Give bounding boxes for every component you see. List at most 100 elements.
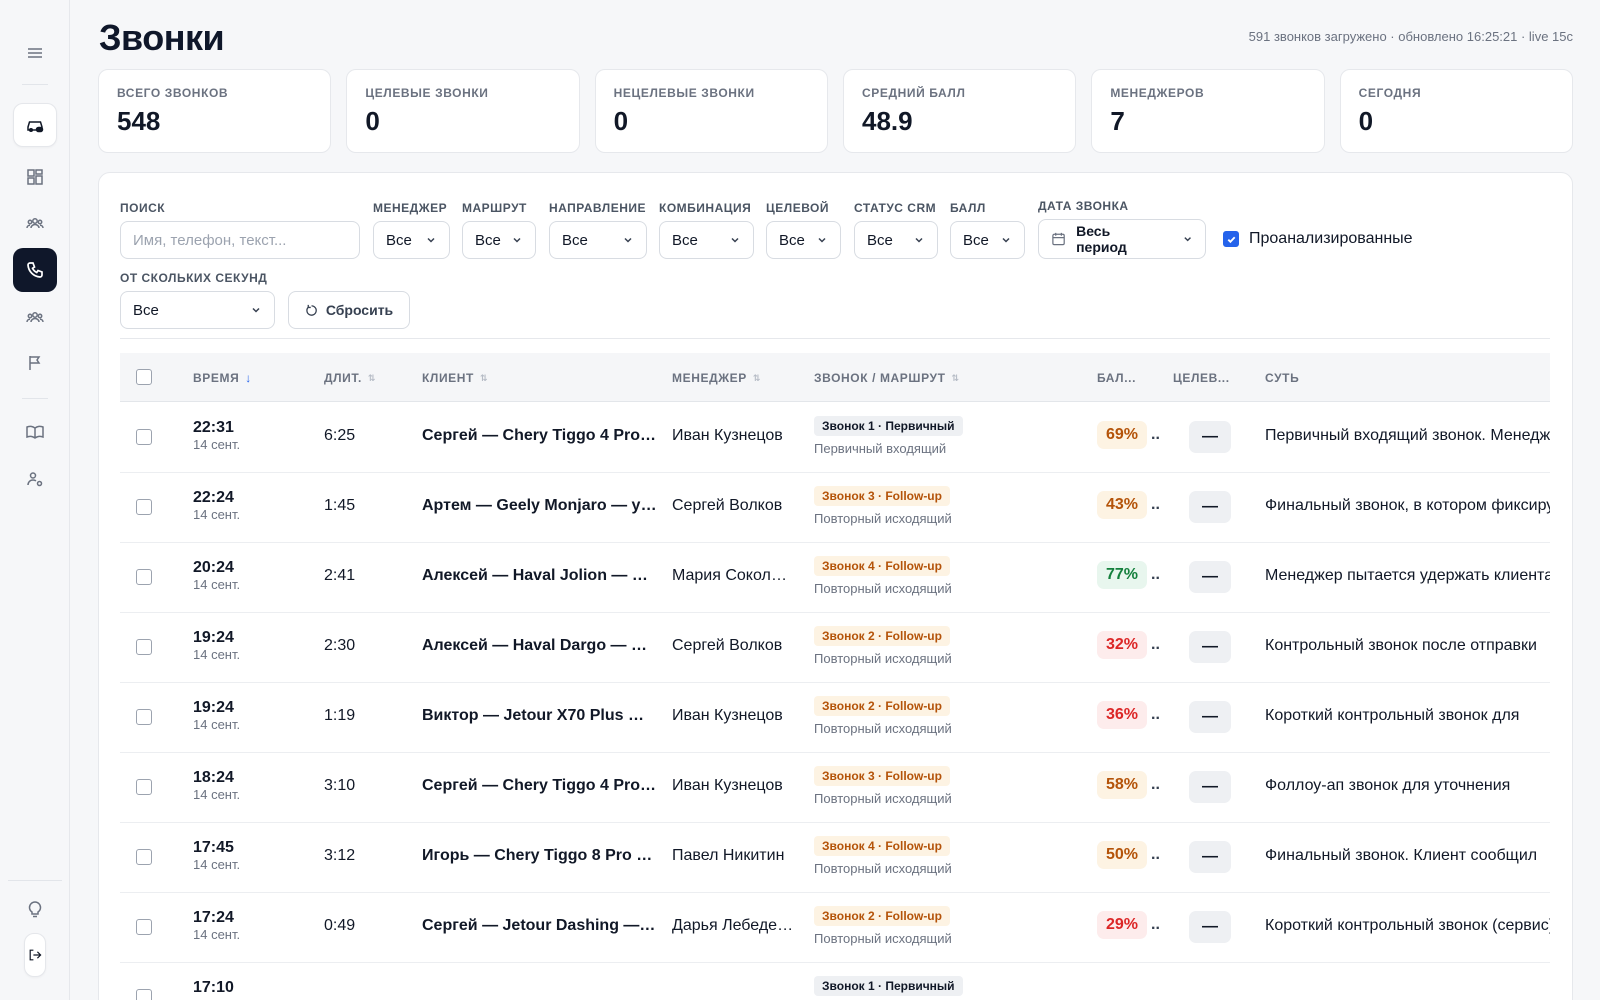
analyzed-toggle[interactable]: Проанализированные — [1223, 230, 1413, 248]
column-header-score[interactable]: Бал... — [1097, 371, 1136, 385]
call-summary: Короткий контрольный звонок для — [1265, 707, 1520, 724]
client-name[interactable]: Сергей — Chery Tiggo 4 Pro — первичный в… — [422, 427, 658, 445]
column-header-manager[interactable]: Менеджер ⇅ — [672, 371, 761, 385]
select-all-checkbox[interactable] — [136, 369, 152, 385]
call-summary: Финальный звонок. Клиент сообщил — [1265, 847, 1538, 864]
route-cell: Звонок 3 · Follow-up Повторный исходящий — [814, 486, 952, 526]
table-row[interactable]: 20:24 14 сент. 2:41 Алексей — Haval Joli… — [120, 542, 1550, 613]
stat-card-managers: Менеджеров 7 — [1091, 69, 1325, 153]
calendar-icon — [1052, 232, 1065, 246]
route-subtitle: Повторный исходящий — [814, 861, 952, 876]
analyzed-checkbox[interactable] — [1223, 231, 1239, 247]
call-time: 22:31 — [193, 419, 234, 436]
client-name[interactable]: Игорь — Chery Tiggo 8 Pro — финал — [422, 847, 658, 865]
manager-select[interactable]: Все — [373, 221, 450, 259]
call-time-cell: 19:24 14 сент. — [193, 699, 240, 732]
client-name[interactable]: Алексей — Haval Dargo — Отправка — [422, 637, 658, 655]
manager-name: Иван Кузнецов — [672, 707, 783, 724]
users-icon[interactable] — [13, 295, 57, 339]
lightbulb-icon[interactable] — [13, 887, 57, 931]
call-date: 14 сент. — [193, 717, 241, 732]
seconds-select[interactable]: Все — [120, 291, 275, 329]
score-badge: 58% — [1097, 771, 1148, 799]
row-checkbox[interactable] — [136, 569, 152, 585]
route-tag: Звонок 1 · Первичный — [814, 976, 963, 996]
car-logo-icon[interactable] — [13, 103, 57, 147]
table-row[interactable]: 19:24 14 сент. 1:19 Виктор — Jetour X70 … — [120, 682, 1550, 753]
score-select[interactable]: Все — [950, 221, 1025, 259]
menu-icon[interactable] — [13, 31, 57, 75]
score-badge: 50% — [1097, 841, 1148, 869]
combination-select[interactable]: Все — [659, 221, 754, 259]
crm-select-value: Все — [867, 231, 893, 249]
table-row[interactable]: 22:31 14 сент. 6:25 Сергей — Chery Tiggo… — [120, 402, 1550, 473]
manager-name: Иван Кузнецов — [672, 427, 783, 444]
table-row[interactable]: 19:24 14 сент. 2:30 Алексей — Haval Darg… — [120, 612, 1550, 683]
client-name[interactable]: Сергей — Chery Tiggo 4 Pro — уточнение — [422, 777, 658, 795]
score-overflow: .. — [1151, 566, 1160, 583]
score-overflow: .. — [1151, 916, 1160, 933]
target-badge: — — [1189, 421, 1231, 453]
row-checkbox[interactable] — [136, 989, 152, 1000]
row-checkbox[interactable] — [136, 499, 152, 515]
column-header-target[interactable]: Целев... — [1173, 371, 1230, 385]
call-duration: 6:25 — [324, 427, 356, 444]
crm-select[interactable]: Все — [854, 221, 938, 259]
reset-button[interactable]: Сбросить — [288, 291, 410, 329]
book-icon[interactable] — [13, 410, 57, 454]
column-header-duration[interactable]: Длит. ⇅ — [324, 371, 376, 385]
direction-filter-label: Направление — [549, 201, 646, 215]
stat-card-target: Целевые звонки 0 — [346, 69, 580, 153]
phone-icon[interactable] — [13, 248, 57, 292]
score-overflow: .. — [1151, 636, 1160, 653]
column-header-client[interactable]: Клиент ⇅ — [422, 371, 488, 385]
row-checkbox[interactable] — [136, 919, 152, 935]
team-icon[interactable] — [13, 201, 57, 245]
column-header-client-label: Клиент — [422, 371, 474, 385]
sidebar-divider — [8, 880, 62, 881]
reset-icon — [306, 304, 317, 316]
sort-icon: ⇅ — [951, 372, 960, 383]
flag-icon[interactable] — [13, 341, 57, 385]
logout-icon[interactable] — [24, 933, 46, 977]
row-checkbox[interactable] — [136, 709, 152, 725]
target-badge: — — [1189, 701, 1231, 733]
stat-card-total: Всего звонков 548 — [98, 69, 332, 153]
call-date: 14 сент. — [193, 787, 241, 802]
search-input[interactable]: Имя, телефон, текст... — [120, 221, 360, 259]
row-checkbox[interactable] — [136, 429, 152, 445]
column-header-summary[interactable]: Суть — [1265, 371, 1299, 385]
table-row[interactable]: 17:24 14 сент. 0:49 Сергей — Jetour Dash… — [120, 892, 1550, 963]
dashboard-icon[interactable] — [13, 155, 57, 199]
client-name[interactable]: Алексей — Haval Jolion — Cрок — [422, 567, 658, 585]
sort-icon: ⇅ — [479, 372, 489, 383]
row-checkbox[interactable] — [136, 849, 152, 865]
column-header-target-label: Целев... — [1173, 371, 1230, 385]
score-cell: 36%.. — [1097, 701, 1160, 729]
column-header-time[interactable]: Время ↓ — [193, 371, 252, 385]
row-checkbox[interactable] — [136, 639, 152, 655]
target-cell: — — [1189, 631, 1231, 663]
stat-label: Менеджеров — [1110, 86, 1205, 100]
target-select[interactable]: Все — [766, 221, 841, 259]
target-select-value: Все — [779, 231, 805, 249]
combination-select-value: Все — [672, 231, 698, 249]
route-select[interactable]: Все — [462, 221, 536, 259]
route-tag: Звонок 2 · Follow-up — [814, 906, 950, 926]
table-row[interactable]: 17:45 14 сент. 3:12 Игорь — Chery Tiggo … — [120, 822, 1550, 893]
table-row[interactable]: 17:10 14 сент. Звонок 1 · Первичный .. — [120, 962, 1550, 1000]
direction-select[interactable]: Все — [549, 221, 647, 259]
table-row[interactable]: 18:24 14 сент. 3:10 Сергей — Chery Tiggo… — [120, 752, 1550, 823]
client-name[interactable]: Артем — Geely Monjaro — уточнение — [422, 497, 658, 515]
target-badge: — — [1189, 491, 1231, 523]
route-subtitle: Повторный исходящий — [814, 931, 952, 946]
client-name[interactable]: Виктор — Jetour X70 Plus — контроль — [422, 707, 658, 725]
column-header-route[interactable]: Звонок / маршрут ⇅ — [814, 371, 960, 385]
client-name[interactable]: Сергей — Jetour Dashing — контроль — [422, 917, 658, 935]
table-row[interactable]: 22:24 14 сент. 1:45 Артем — Geely Monjar… — [120, 472, 1550, 543]
row-checkbox[interactable] — [136, 779, 152, 795]
target-badge: — — [1189, 631, 1231, 663]
user-settings-icon[interactable] — [13, 457, 57, 501]
load-status: 591 звонков загружено · обновлено 16:25:… — [1248, 29, 1573, 44]
date-range-picker[interactable]: Весь период — [1038, 219, 1206, 259]
